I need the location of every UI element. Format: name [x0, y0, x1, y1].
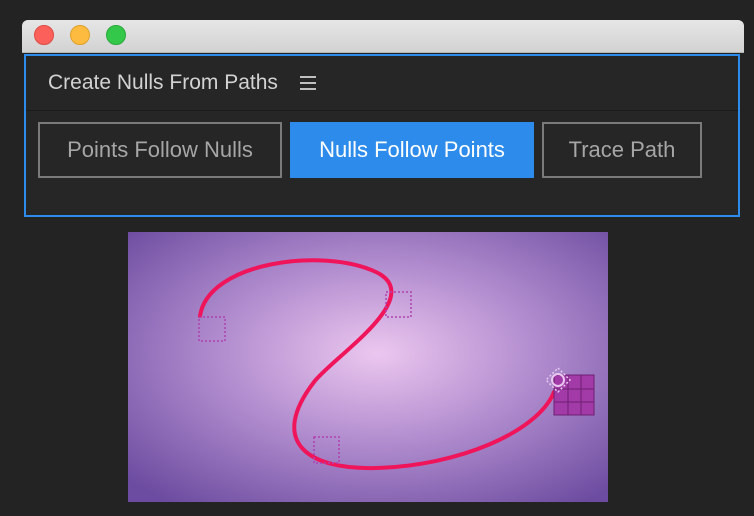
trace-path-button[interactable]: Trace Path	[542, 122, 702, 178]
path-preview-illustration	[128, 232, 608, 502]
panel-title: Create Nulls From Paths	[48, 71, 278, 94]
window-titlebar[interactable]	[22, 20, 744, 53]
nulls-follow-points-button[interactable]: Nulls Follow Points	[290, 122, 534, 178]
hamburger-menu-icon[interactable]	[300, 76, 316, 90]
zoom-window-button[interactable]	[106, 25, 126, 45]
create-nulls-panel: Create Nulls From Paths Points Follow Nu…	[24, 54, 740, 217]
points-follow-nulls-button[interactable]: Points Follow Nulls	[38, 122, 282, 178]
close-window-button[interactable]	[34, 25, 54, 45]
script-window: Create Nulls From Paths Points Follow Nu…	[22, 20, 744, 220]
minimize-window-button[interactable]	[70, 25, 90, 45]
panel-header: Create Nulls From Paths	[26, 56, 738, 111]
preview-background	[128, 232, 608, 502]
